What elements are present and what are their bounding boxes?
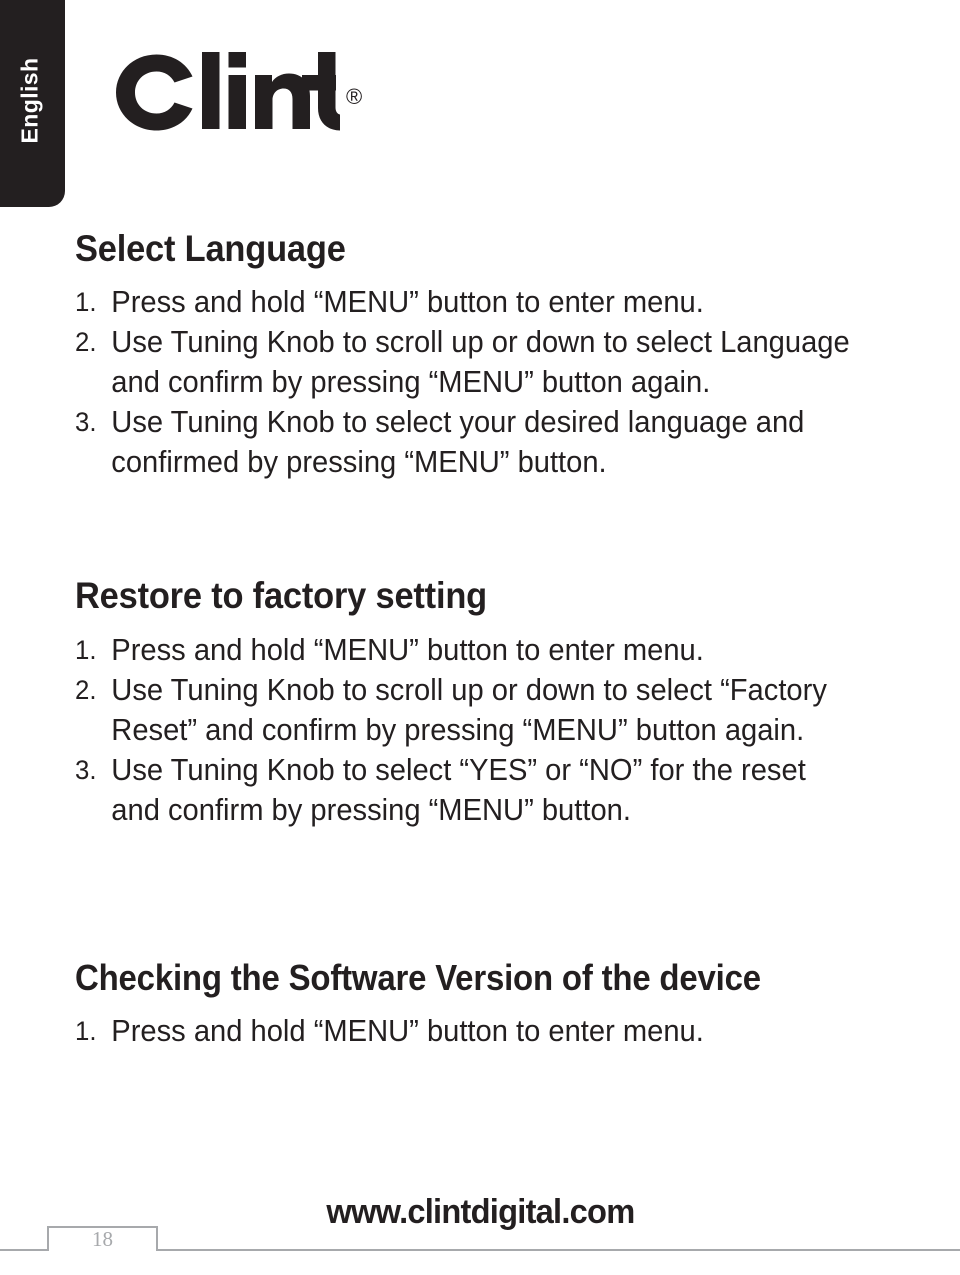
language-tab-label: English: [16, 57, 42, 144]
section-heading: Restore to factory setting: [75, 575, 487, 617]
steps-list: 1. Press and hold “MENU” button to enter…: [75, 630, 895, 830]
section-select-language: Select Language 1. Press and hold “MENU”…: [75, 228, 895, 482]
section-checking-software-version: Checking the Software Version of the dev…: [75, 956, 895, 1051]
step-text: Use Tuning Knob to scroll up or down to …: [111, 325, 850, 400]
list-item: 2. Use Tuning Knob to scroll up or down …: [75, 670, 858, 750]
step-text: Press and hold “MENU” button to enter me…: [111, 1014, 704, 1049]
step-text: Use Tuning Knob to select your desired l…: [111, 405, 805, 480]
language-tab: English: [0, 0, 65, 207]
list-item: 2. Use Tuning Knob to scroll up or down …: [75, 322, 858, 402]
registered-trademark-icon: ®: [346, 84, 363, 109]
step-text: Press and hold “MENU” button to enter me…: [111, 285, 704, 320]
step-number: 3.: [75, 407, 97, 438]
step-number: 1.: [75, 287, 97, 318]
step-text: Use Tuning Knob to scroll up or down to …: [111, 672, 827, 747]
list-item: 3. Use Tuning Knob to select your desire…: [75, 402, 858, 482]
list-item: 1. Press and hold “MENU” button to enter…: [75, 1011, 858, 1051]
steps-list: 1. Press and hold “MENU” button to enter…: [75, 1011, 895, 1051]
website-url-text: www.clintdigital.com: [325, 1193, 635, 1231]
step-number: 2.: [75, 327, 97, 358]
list-item: 1. Press and hold “MENU” button to enter…: [75, 630, 858, 670]
section-heading: Checking the Software Version of the dev…: [75, 956, 761, 998]
page-footer: www.clintdigital.com 18: [0, 1189, 960, 1275]
section-heading: Select Language: [75, 228, 346, 269]
clint-wordmark-icon: [116, 52, 340, 131]
page-content: Select Language 1. Press and hold “MENU”…: [75, 228, 895, 1051]
step-number: 1.: [75, 1016, 97, 1047]
section-restore-factory-setting: Restore to factory setting 1. Press and …: [75, 575, 895, 829]
step-text: Press and hold “MENU” button to enter me…: [111, 632, 704, 667]
page-number: 18: [92, 1227, 113, 1251]
footer-rule-left: [0, 1249, 48, 1251]
list-item: 1. Press and hold “MENU” button to enter…: [75, 282, 858, 322]
brand-logo: ®: [112, 46, 362, 138]
step-number: 1.: [75, 634, 97, 665]
step-number: 2.: [75, 674, 97, 705]
list-item: 3. Use Tuning Knob to select “YES” or “N…: [75, 750, 858, 830]
step-number: 3.: [75, 754, 97, 785]
step-text: Use Tuning Knob to select “YES” or “NO” …: [111, 752, 806, 827]
footer-rule-right: [158, 1249, 960, 1251]
steps-list: 1. Press and hold “MENU” button to enter…: [75, 282, 895, 482]
